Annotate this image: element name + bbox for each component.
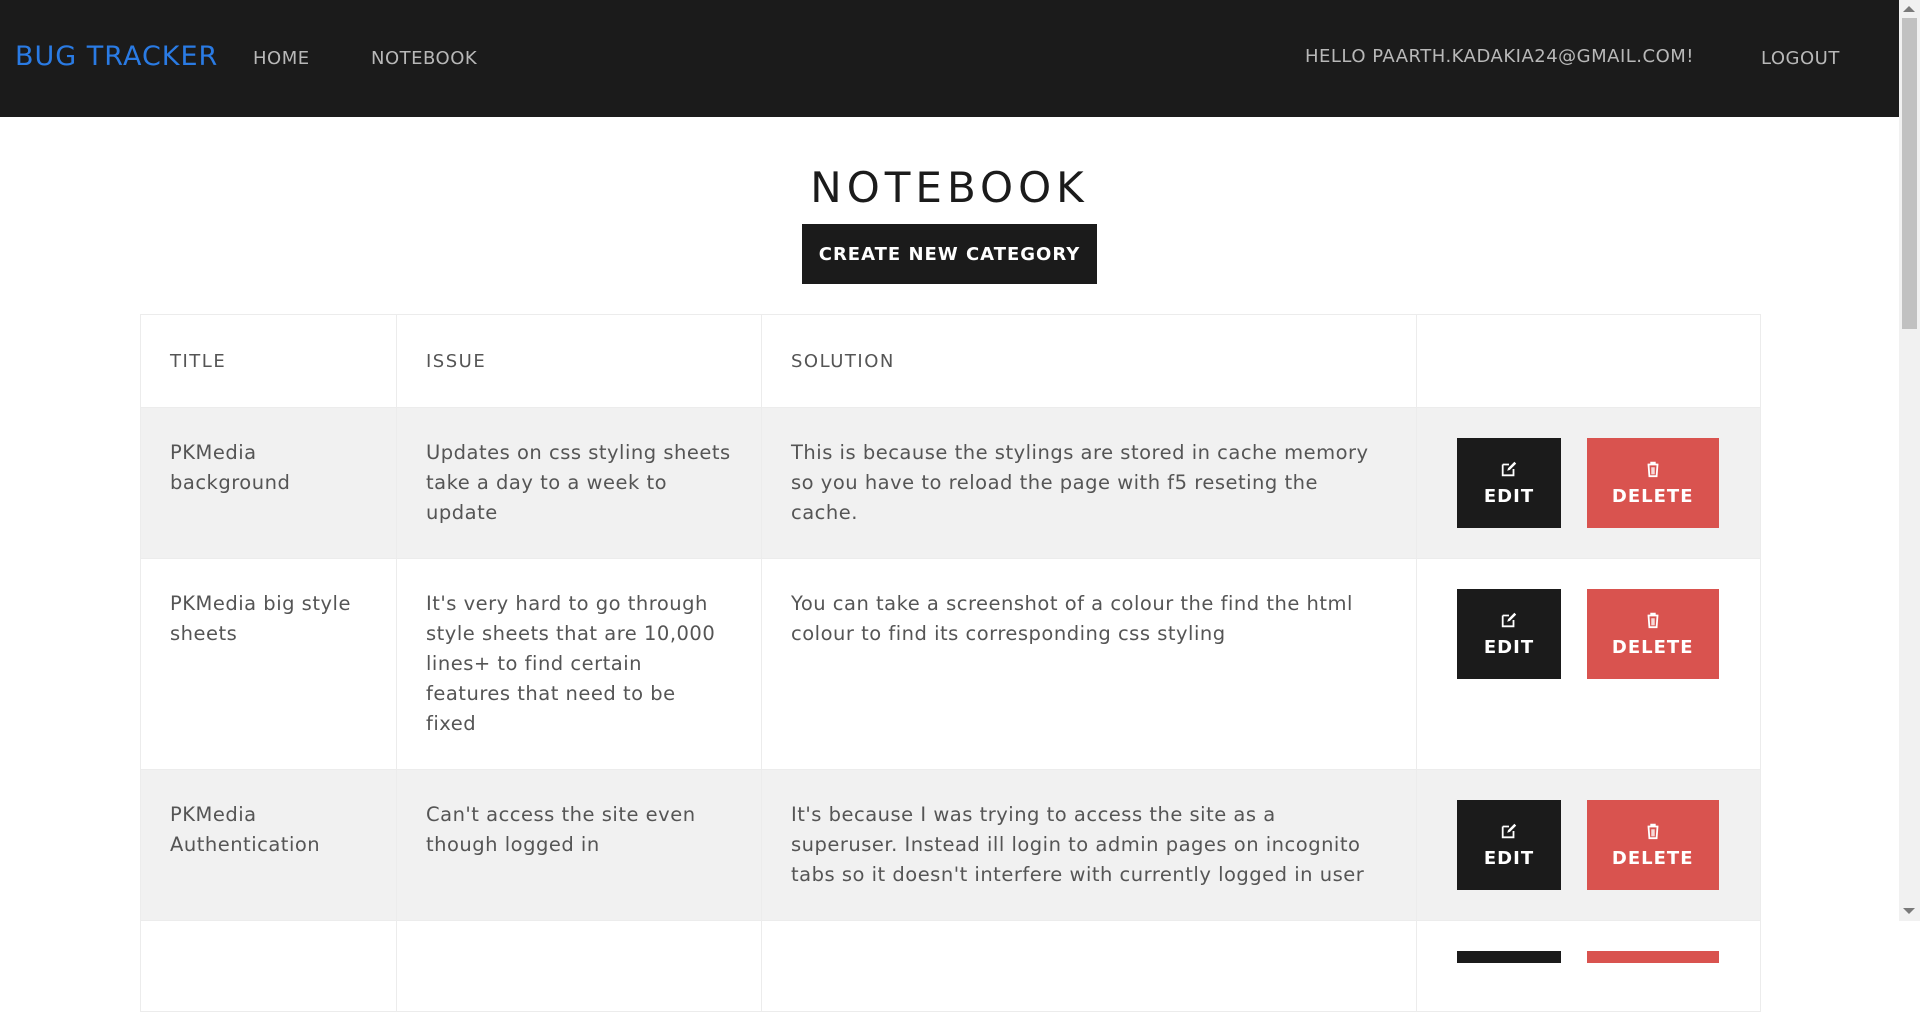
cell-actions <box>1416 920 1761 1012</box>
cell-actions: EDIT DELETE <box>1416 769 1761 921</box>
edit-button-label: EDIT <box>1483 847 1535 869</box>
trash-icon <box>1647 461 1659 477</box>
delete-button[interactable]: DELETE <box>1586 800 1719 890</box>
delete-button-label: DELETE <box>1611 485 1694 507</box>
edit-button[interactable]: EDIT <box>1457 438 1561 528</box>
edit-button-label: EDIT <box>1483 485 1535 507</box>
cell-title <box>140 920 397 1012</box>
user-greeting: HELLO PAARTH.KADAKIA24@GMAIL.COM! <box>1305 46 1694 67</box>
cell-title: PKMedia background <box>140 407 397 559</box>
notebook-table-container: TITLE ISSUE SOLUTION PKMedia background … <box>140 314 1761 1012</box>
cell-title: PKMedia Authentication <box>140 769 397 921</box>
header-title: TITLE <box>140 314 397 408</box>
header-actions <box>1416 314 1761 408</box>
cell-solution: It's because I was trying to access the … <box>761 769 1417 921</box>
scroll-down-arrow-icon[interactable] <box>1903 908 1915 914</box>
cell-solution: You can take a screenshot of a colour th… <box>761 558 1417 770</box>
page-scrollbar[interactable] <box>1899 0 1920 921</box>
table-row: PKMedia background Updates on css stylin… <box>140 407 1761 559</box>
delete-button-label: DELETE <box>1611 636 1694 658</box>
edit-button[interactable]: EDIT <box>1457 800 1561 890</box>
table-row-partial <box>140 920 1761 1012</box>
trash-icon <box>1647 612 1659 628</box>
nav-notebook-link[interactable]: NOTEBOOK <box>371 48 477 69</box>
table-row: PKMedia big style sheets It's very hard … <box>140 558 1761 770</box>
edit-button[interactable]: EDIT <box>1457 589 1561 679</box>
edit-icon <box>1501 461 1517 476</box>
logout-link[interactable]: LOGOUT <box>1761 48 1840 69</box>
create-category-button[interactable]: CREATE NEW CATEGORY <box>802 224 1097 284</box>
delete-button[interactable]: DELETE <box>1586 438 1719 528</box>
cell-solution: This is because the stylings are stored … <box>761 407 1417 559</box>
cell-solution <box>761 920 1417 1012</box>
edit-button[interactable] <box>1457 951 1561 963</box>
delete-button[interactable] <box>1586 951 1719 963</box>
navbar: BUG TRACKER HOME NOTEBOOK HELLO PAARTH.K… <box>0 0 1899 117</box>
cell-actions: EDIT DELETE <box>1416 558 1761 770</box>
cell-title: PKMedia big style sheets <box>140 558 397 770</box>
nav-home-link[interactable]: HOME <box>253 48 310 69</box>
header-solution: SOLUTION <box>761 314 1417 408</box>
cell-issue <box>396 920 762 1012</box>
edit-icon <box>1501 612 1517 627</box>
cell-issue: It's very hard to go through style sheet… <box>396 558 762 770</box>
table-row: PKMedia Authentication Can't access the … <box>140 769 1761 921</box>
page-title: NOTEBOOK <box>810 163 1089 212</box>
delete-button[interactable]: DELETE <box>1586 589 1719 679</box>
table-header-row: TITLE ISSUE SOLUTION <box>140 314 1761 408</box>
delete-button-label: DELETE <box>1611 847 1694 869</box>
header-issue: ISSUE <box>396 314 762 408</box>
cell-actions: EDIT DELETE <box>1416 407 1761 559</box>
cell-issue: Can't access the site even though logged… <box>396 769 762 921</box>
scroll-up-arrow-icon[interactable] <box>1903 6 1915 12</box>
brand-logo[interactable]: BUG TRACKER <box>15 41 218 72</box>
edit-button-label: EDIT <box>1483 636 1535 658</box>
cell-issue: Updates on css styling sheets take a day… <box>396 407 762 559</box>
scroll-thumb[interactable] <box>1902 18 1917 329</box>
notebook-table: TITLE ISSUE SOLUTION PKMedia background … <box>140 314 1761 1012</box>
trash-icon <box>1647 823 1659 839</box>
edit-icon <box>1501 823 1517 838</box>
